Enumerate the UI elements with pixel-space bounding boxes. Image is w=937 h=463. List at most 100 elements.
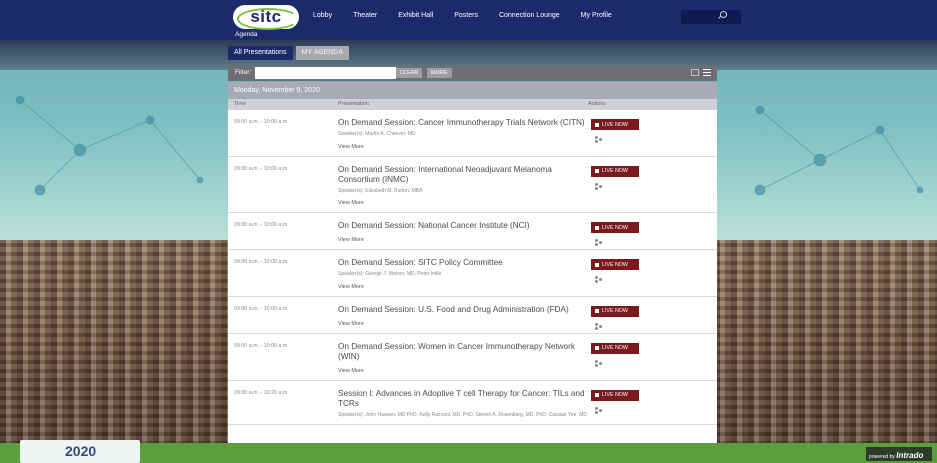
live-indicator-icon [595,393,599,397]
live-now-button[interactable]: LIVE NOW [591,165,639,177]
live-now-label: LIVE NOW [602,345,628,351]
session-title[interactable]: On Demand Session: National Cancer Insti… [338,221,588,231]
session-time: 09:00 a.m. - 10:00 a.m. [234,222,289,228]
view-more-link[interactable]: View More [338,284,588,290]
session-info: On Demand Session: National Cancer Insti… [338,213,588,249]
list-view-icon[interactable] [703,69,711,76]
session-actions: LIVE NOW [588,213,639,249]
live-indicator-icon [595,262,599,267]
session-row: 09:00 a.m. - 10:00 a.m. On Demand Session… [228,250,717,297]
view-more-link[interactable]: View More [338,144,588,150]
session-time: 09:00 a.m. - 10:00 a.m. [234,259,289,265]
search-input[interactable] [681,10,741,24]
session-time: 09:00 a.m. - 10:00 a.m. [234,305,289,312]
nav-lobby[interactable]: Lobby [313,12,332,19]
column-actions: Actions [588,101,607,107]
session-row: 09:00 a.m. - 10:00 a.m. On Demand Session… [228,213,717,250]
live-now-button[interactable]: LIVE NOW [591,342,639,354]
share-icon[interactable] [595,276,602,283]
date-header: Monday, November 9, 2020 [228,82,717,99]
column-headers: Time Presentation Actions [228,99,717,110]
live-now-label: LIVE NOW [602,261,628,268]
live-now-button[interactable]: LIVE NOW [591,389,639,401]
tab-all-presentations[interactable]: All Presentations [228,46,293,60]
nav-posters[interactable]: Posters [454,12,478,19]
sitc-logo[interactable]: sitc [233,5,299,30]
session-row: 09:00 a.m. - 10:00 a.m. On Demand Session… [228,334,717,381]
session-title[interactable]: On Demand Session: Cancer Immunotherapy … [338,118,588,128]
view-more-link[interactable]: View More [338,321,588,327]
session-speakers: Speaker(s): John Haanen, MD PhD, Kelly R… [338,411,587,418]
nav-agenda[interactable]: Agenda [235,31,257,38]
view-more-link[interactable]: View More [338,200,588,206]
session-actions: LIVE NOW [588,110,639,156]
session-speakers: Speaker(s): Martin A. Cheever, MD [338,131,416,137]
session-info: On Demand Session: U.S. Food and Drug Ad… [338,297,588,333]
live-now-label: LIVE NOW [602,224,628,231]
view-more-link[interactable]: View More [338,368,588,374]
nav-theater[interactable]: Theater [353,12,377,19]
live-now-label: LIVE NOW [602,121,628,128]
session-title[interactable]: Session I: Advances in Adoptive T cell T… [338,389,588,409]
footer-logo-text: 2020 [65,443,97,459]
session-actions: LIVE NOW [588,157,639,213]
session-actions: LIVE NOW [588,250,639,296]
share-icon[interactable] [595,406,602,414]
session-info: On Demand Session: Women in Cancer Immun… [338,334,588,380]
more-button[interactable]: MORE [427,68,452,78]
agenda-tabs: All Presentations MY AGENDA [228,46,350,60]
live-now-button[interactable]: LIVE NOW [591,222,639,233]
filter-bar: Filter: CLEAR MORE [228,65,717,81]
session-title[interactable]: On Demand Session: Women in Cancer Immun… [338,342,588,362]
grid-view-icon[interactable] [691,69,699,76]
session-list: 09:00 a.m. - 10:00 a.m. On Demand Session… [228,110,717,425]
live-indicator-icon [595,122,599,127]
session-actions: LIVE NOW [588,297,639,333]
session-time: 09:00 a.m. - 10:20 a.m. [234,389,289,396]
live-indicator-icon [595,309,599,313]
nav-exhibit-hall[interactable]: Exhibit Hall [398,12,433,19]
agenda-panel: Monday, November 9, 2020 Time Presentati… [228,82,717,463]
powered-brand: Intrado [896,451,924,460]
share-icon[interactable] [595,322,602,330]
session-title[interactable]: On Demand Session: SITC Policy Committee [338,258,588,268]
session-info: Session I: Advances in Adoptive T cell T… [338,381,588,425]
session-time: 09:00 a.m. - 10:00 a.m. [234,165,289,172]
view-more-link[interactable]: View More [338,237,588,243]
session-row: 09:00 a.m. - 10:20 a.m. Session I: Advanc… [228,381,717,425]
nav-connection-lounge[interactable]: Connection Lounge [499,12,560,19]
view-toggle [691,69,711,76]
footer-bar [0,443,937,463]
session-title[interactable]: On Demand Session: International Neoadju… [338,165,588,185]
powered-by-badge[interactable]: powered by Intrado [866,447,932,461]
live-now-label: LIVE NOW [602,168,628,174]
session-title[interactable]: On Demand Session: U.S. Food and Drug Ad… [338,305,588,315]
nav-my-profile[interactable]: My Profile [581,12,612,19]
session-time: 09:00 a.m. - 10:00 a.m. [234,342,289,349]
live-now-button[interactable]: LIVE NOW [591,305,639,317]
column-time: Time [234,101,247,107]
share-icon[interactable] [595,182,602,190]
session-row: 09:00 a.m. - 10:00 a.m. On Demand Session… [228,297,717,334]
live-now-button[interactable]: LIVE NOW [591,119,639,130]
live-now-button[interactable]: LIVE NOW [591,259,639,270]
session-info: On Demand Session: Cancer Immunotherapy … [338,110,588,156]
clear-button[interactable]: CLEAR [396,68,423,78]
main-nav: Lobby Theater Exhibit Hall Posters Conne… [313,12,633,19]
share-icon[interactable] [595,239,602,246]
footer-logo: 2020 [20,440,140,463]
tab-my-agenda[interactable]: MY AGENDA [295,46,350,60]
session-speakers: Speaker(s): George J. Weiner, MD, Peter … [338,271,442,277]
filter-input[interactable] [255,67,396,79]
live-indicator-icon [595,225,599,230]
share-icon[interactable] [595,359,602,367]
live-indicator-icon [595,169,599,173]
filter-label: Filter: [235,69,252,76]
search-icon[interactable] [720,11,727,18]
share-icon[interactable] [595,136,602,143]
session-row: 09:00 a.m. - 10:00 a.m. On Demand Session… [228,110,717,157]
logo-text: sitc [250,7,282,26]
session-actions: LIVE NOW [588,334,639,380]
top-navigation-bar: sitc Lobby Theater Exhibit Hall Posters … [0,0,937,40]
session-info: On Demand Session: International Neoadju… [338,157,588,213]
